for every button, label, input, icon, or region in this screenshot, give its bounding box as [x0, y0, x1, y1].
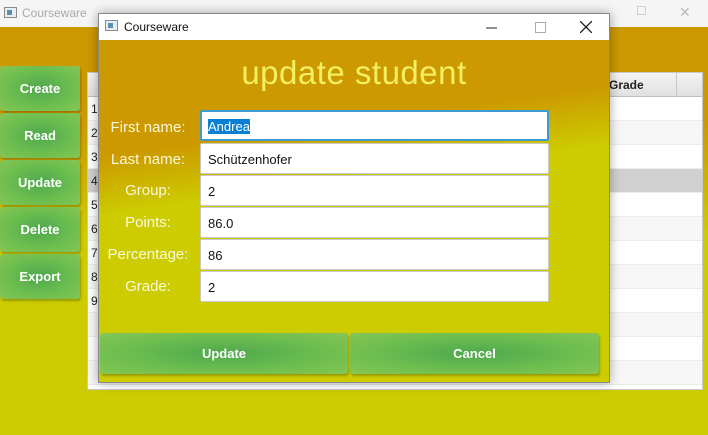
update-submit-button[interactable]: Update [100, 333, 348, 374]
points-field[interactable]: 86.0 [200, 207, 549, 238]
create-button[interactable]: Create [0, 66, 80, 111]
minimize-icon[interactable] [469, 14, 513, 40]
group-label: Group: [125, 182, 171, 199]
column-header-grade[interactable]: Grade [609, 78, 644, 92]
percentage-field[interactable]: 86 [200, 239, 549, 270]
app-icon [105, 20, 118, 31]
export-button[interactable]: Export [0, 254, 80, 299]
update-student-dialog: Courseware update student First name: An… [98, 13, 610, 383]
delete-button[interactable]: Delete [0, 207, 80, 252]
close-icon[interactable] [564, 14, 608, 40]
grade-label: Grade: [125, 278, 171, 295]
dialog-heading: update student [241, 54, 467, 91]
dialog-titlebar[interactable]: Courseware [99, 14, 609, 40]
last-name-field[interactable]: Schützenhofer [200, 143, 549, 174]
app-icon [4, 7, 17, 18]
dialog-body: update student First name: Andrea Last n… [99, 40, 609, 382]
first-name-field[interactable]: Andrea [200, 110, 549, 141]
points-label: Points: [125, 214, 171, 231]
close-icon[interactable]: ✕ [679, 4, 691, 21]
read-button[interactable]: Read [0, 113, 80, 158]
grade-field[interactable]: 2 [200, 271, 549, 302]
dialog-title: Courseware [124, 20, 189, 34]
update-button[interactable]: Update [0, 160, 80, 205]
percentage-label: Percentage: [107, 246, 189, 263]
first-name-label: First name: [110, 119, 186, 136]
maximize-icon[interactable] [518, 14, 562, 40]
group-field[interactable]: 2 [200, 175, 549, 206]
main-window-title: Courseware [22, 6, 87, 20]
last-name-label: Last name: [110, 151, 186, 168]
cancel-button[interactable]: Cancel [350, 333, 599, 374]
maximize-icon[interactable]: ☐ [636, 4, 647, 18]
